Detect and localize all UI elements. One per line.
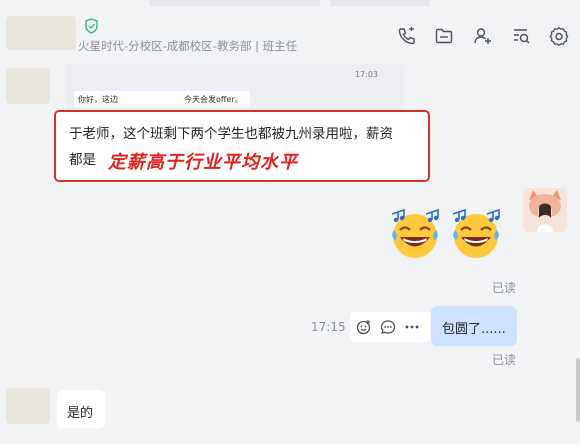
laughing-emoji-icon	[449, 206, 503, 260]
outgoing-message[interactable]: 包圆了......	[431, 306, 517, 346]
folder-icon[interactable]	[434, 26, 454, 46]
search-list-icon[interactable]	[511, 26, 531, 46]
user-avatar[interactable]	[523, 188, 567, 232]
highlighted-message[interactable]: 于老师，这个班剩下两个学生也都被九州录用啦，薪资 都是 定薪高于行业平均水平	[54, 110, 430, 182]
scrollbar[interactable]	[576, 358, 580, 422]
reply-icon[interactable]	[380, 319, 396, 335]
read-status: 已读	[492, 281, 517, 295]
shield-icon	[84, 18, 99, 34]
message-time: 17:15	[311, 320, 346, 334]
contact-avatar[interactable]	[6, 16, 76, 50]
call-icon[interactable]	[397, 26, 417, 46]
chat-header: 火星时代-分校区-成都校区-教务部 | 班主任	[0, 0, 580, 62]
message-text: 于老师，这个班剩下两个学生也都被九州录用啦，薪资	[69, 126, 393, 142]
incoming-message[interactable]: 是的	[57, 390, 105, 428]
message-text: 包圆了......	[442, 322, 506, 337]
sender-avatar[interactable]	[6, 388, 50, 424]
top-tab-strip	[150, 0, 320, 6]
laughing-emoji-icon	[388, 206, 442, 260]
contact-org: 火星时代-分校区-成都校区-教务部 | 班主任	[78, 39, 298, 53]
emphasis-text: 定薪高于行业平均水平	[108, 152, 298, 173]
sender-avatar[interactable]	[6, 68, 50, 104]
read-status: 已读	[492, 353, 517, 367]
screenshot-text: 今天会发offer。	[184, 95, 243, 104]
message-text: 都是	[69, 152, 96, 168]
more-icon[interactable]	[404, 319, 420, 335]
screenshot-time: 17:03	[354, 70, 378, 79]
screenshot-text: 你好，这边	[78, 95, 118, 104]
message-actions	[350, 312, 430, 342]
top-tab-strip	[330, 0, 430, 6]
settings-icon[interactable]	[549, 26, 569, 46]
reaction-icon[interactable]	[356, 319, 372, 335]
add-user-icon[interactable]	[473, 26, 493, 46]
message-text: 是的	[67, 406, 94, 421]
